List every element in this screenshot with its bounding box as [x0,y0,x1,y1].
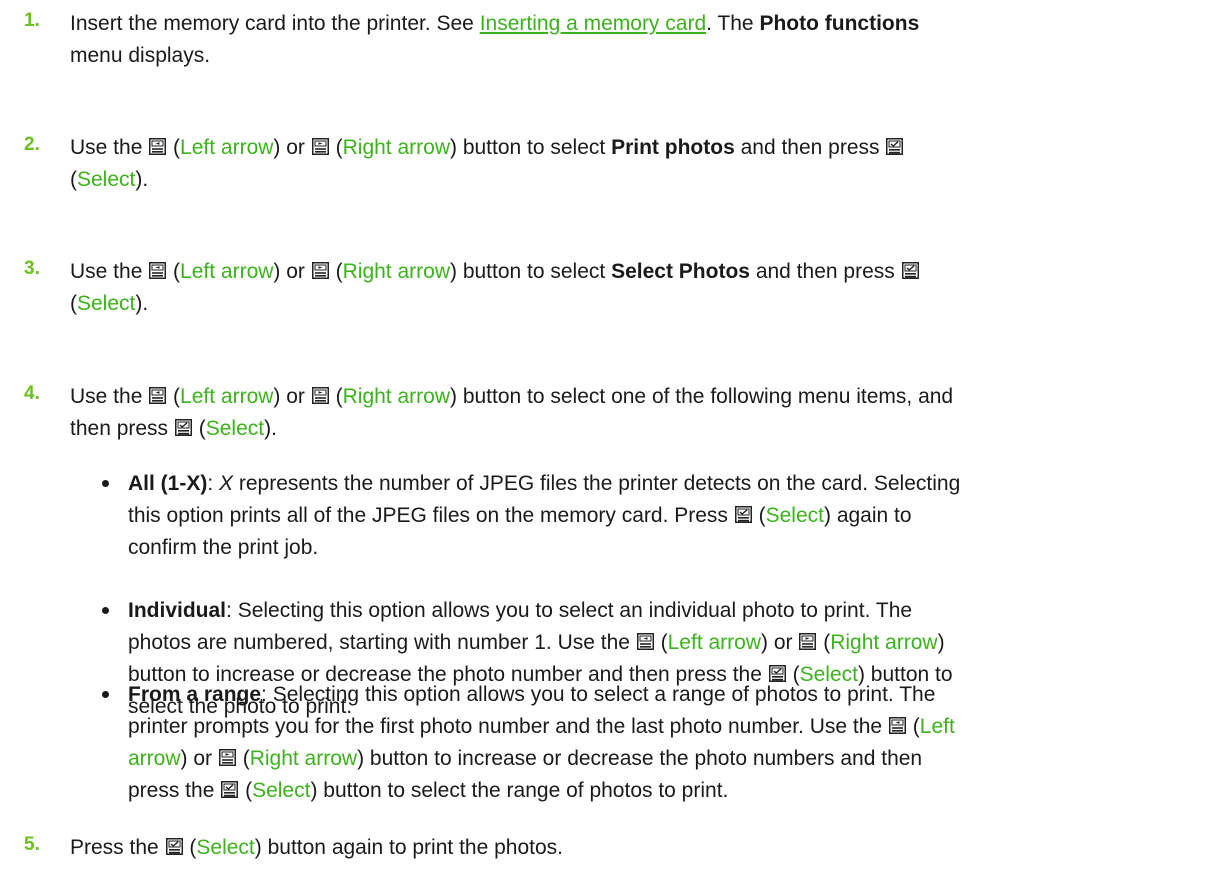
bullet-dot [102,607,109,614]
bullet-text: From a range: Selecting this option allo… [128,683,955,802]
document-page: 1. Insert the memory card into the print… [0,0,1209,873]
step-number: 2. [24,134,40,155]
bullet-dot [102,480,109,487]
left-arrow-button-icon [637,633,654,650]
left-arrow-button-icon [149,387,166,404]
right-arrow-button-icon [312,262,329,279]
step-text: Use the (Left arrow) or (Right arrow) bu… [70,256,1180,320]
right-arrow-button-icon [799,633,816,650]
step-text: Press the (Select) button again to print… [70,836,563,859]
left-arrow-button-icon [149,262,166,279]
step-text: Use the (Left arrow) or (Right arrow) bu… [70,385,954,440]
select-button-icon [886,138,903,155]
step-number: 5. [24,834,40,855]
step-number: 4. [24,383,40,404]
left-arrow-button-icon [149,138,166,155]
step-number: 1. [24,10,40,31]
right-arrow-button-icon [312,387,329,404]
step-number: 3. [24,258,40,279]
left-arrow-button-icon [889,717,906,734]
right-arrow-button-icon [219,749,236,766]
bullet-text: All (1-X): X represents the number of JP… [128,472,961,559]
right-arrow-button-icon [312,138,329,155]
select-button-icon [221,781,238,798]
select-button-icon [166,838,183,855]
photo-functions-term: Photo functions [759,12,920,35]
step-text: Use the (Left arrow) or (Right arrow) bu… [70,132,1180,196]
bullet-dot [102,691,109,698]
step-text: Insert the memory card into the printer.… [70,12,920,67]
select-button-icon [175,419,192,436]
select-button-icon [902,262,919,279]
inserting-memory-card-link[interactable]: Inserting a memory card [480,12,706,35]
select-button-icon [735,506,752,523]
